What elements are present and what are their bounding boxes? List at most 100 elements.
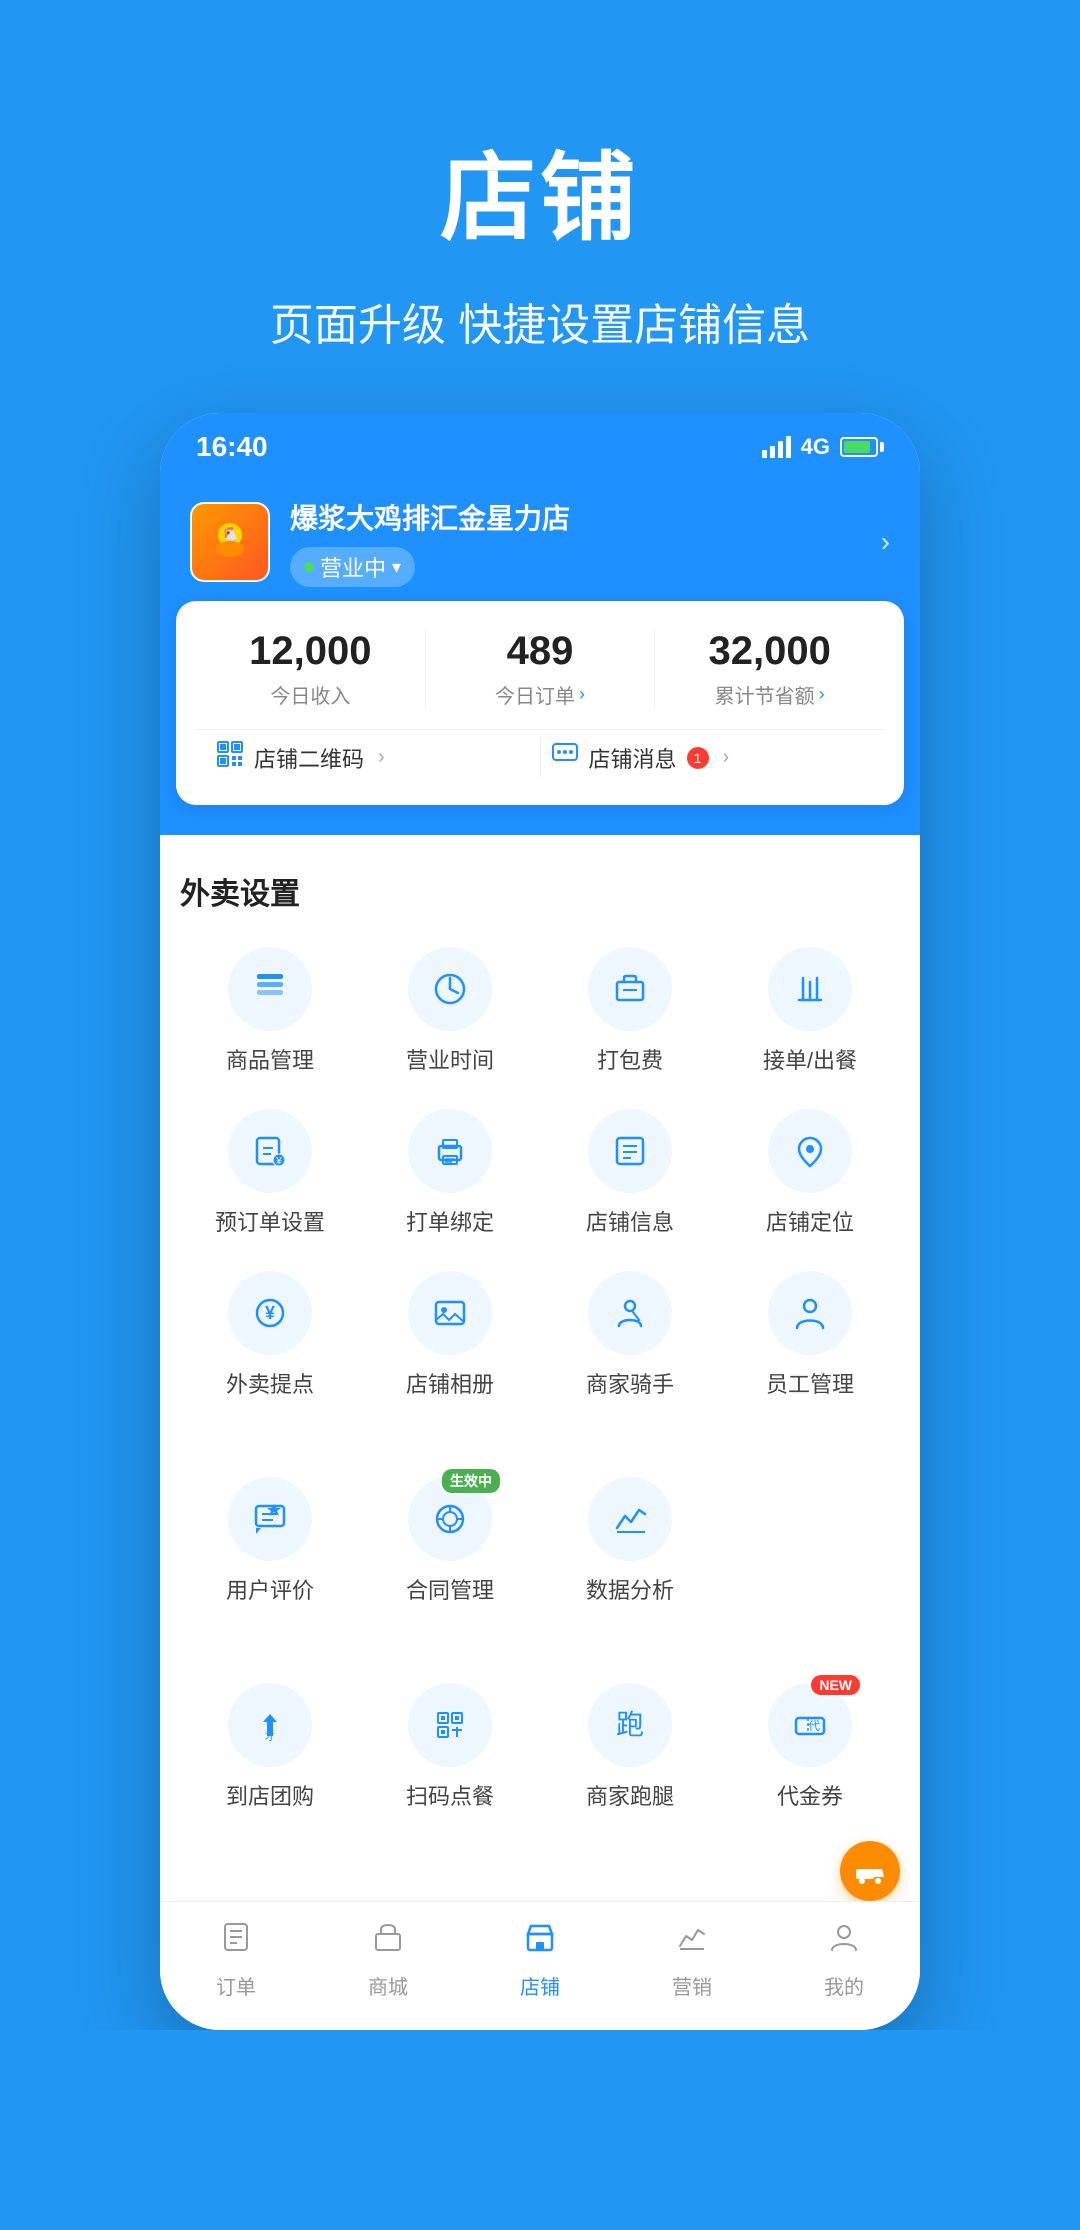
business-hours-item[interactable]: 营业时间 [360, 933, 540, 1095]
review-icon-grid: 用户评价 生效中 合同管理 [180, 1463, 900, 1625]
orders-arrow: › [579, 684, 585, 705]
store-status-label: 营业中 [320, 551, 386, 583]
staff-management-item[interactable]: 员工管理 [720, 1257, 900, 1419]
store-album-label: 店铺相册 [406, 1367, 494, 1399]
contract-management-item[interactable]: 生效中 合同管理 [360, 1463, 540, 1625]
instore-icon-grid: 才 到店团购 [180, 1669, 900, 1831]
menu-management-label: 商品管理 [226, 1043, 314, 1075]
voucher-label: 代金券 [777, 1779, 843, 1811]
packing-fee-item[interactable]: 打包费 [540, 933, 720, 1095]
delivery-tip-item[interactable]: ¥ 外卖提点 [180, 1257, 360, 1419]
store-details: 爆浆大鸡排汇金星力店 营业中 ▾ [290, 497, 861, 587]
scan-order-item[interactable]: 扫码点餐 [360, 1669, 540, 1831]
voucher-item[interactable]: NEW 代 代金券 [720, 1669, 900, 1831]
qr-icon [216, 740, 244, 775]
store-location-icon [768, 1109, 852, 1193]
preorder-settings-label: 预订单设置 [215, 1205, 325, 1237]
store-logo-icon: 🐔 [205, 517, 255, 567]
store-location-item[interactable]: 店铺定位 [720, 1095, 900, 1257]
merchant-delivery-item[interactable]: 跑 商家跑腿 [540, 1669, 720, 1831]
message-icon [551, 740, 579, 775]
order-receipt-label: 接单/出餐 [763, 1043, 857, 1075]
message-badge: 1 [687, 747, 709, 769]
store-nav-icon [523, 1920, 557, 1963]
menu-management-item[interactable]: 商品管理 [180, 933, 360, 1095]
stats-row: 12,000 今日收入 489 今日订单 › 32,000 累计节省额 › [196, 629, 884, 709]
delivery-float-icon [854, 1855, 886, 1887]
store-message-link[interactable]: 店铺消息 1 › [541, 730, 875, 785]
battery-icon [840, 437, 884, 457]
qr-code-link[interactable]: 店铺二维码 › [206, 730, 540, 785]
store-location-label: 店铺定位 [766, 1205, 854, 1237]
group-buy-item[interactable]: 才 到店团购 [180, 1669, 360, 1831]
order-receipt-item[interactable]: 接单/出餐 [720, 933, 900, 1095]
svg-text:代: 代 [808, 1719, 820, 1733]
svg-text:🐔: 🐔 [221, 526, 238, 543]
svg-text:跑: 跑 [616, 1709, 644, 1740]
store-name: 爆浆大鸡排汇金星力店 [290, 497, 861, 537]
menu-management-icon [228, 947, 312, 1031]
takeout-icon-grid: 商品管理 营业时间 [180, 933, 900, 1419]
nav-store-label: 店铺 [520, 1971, 560, 2000]
page-title: 店铺 [40, 120, 1040, 259]
preorder-settings-item[interactable]: ¥ 预订单设置 [180, 1095, 360, 1257]
status-dot [304, 562, 314, 572]
printer-binding-label: 打单绑定 [406, 1205, 494, 1237]
voucher-new-badge: NEW [811, 1675, 860, 1695]
income-value: 12,000 [196, 629, 425, 674]
float-action-button[interactable] [840, 1841, 900, 1901]
printer-binding-item[interactable]: 打单绑定 [360, 1095, 540, 1257]
store-album-item[interactable]: 店铺相册 [360, 1257, 540, 1419]
nav-marketing[interactable]: 营销 [642, 1920, 742, 2000]
nav-orders[interactable]: 订单 [186, 1920, 286, 2000]
profile-nav-icon [827, 1920, 861, 1963]
nav-orders-label: 订单 [216, 1971, 256, 2000]
staff-management-icon [768, 1271, 852, 1355]
data-analysis-item[interactable]: 数据分析 [540, 1463, 720, 1625]
nav-store[interactable]: 店铺 [490, 1920, 590, 2000]
packing-fee-icon [588, 947, 672, 1031]
svg-text:¥: ¥ [265, 1303, 275, 1323]
nav-mall[interactable]: 商城 [338, 1920, 438, 2000]
contract-management-label: 合同管理 [406, 1573, 494, 1605]
merchant-rider-label: 商家骑手 [586, 1367, 674, 1399]
merchant-rider-item[interactable]: 商家骑手 [540, 1257, 720, 1419]
savings-label: 累计节省额 › [655, 680, 884, 709]
stat-today-income[interactable]: 12,000 今日收入 [196, 629, 425, 709]
store-chevron-icon[interactable]: › [881, 526, 890, 558]
store-status-badge[interactable]: 营业中 ▾ [290, 547, 415, 587]
marketing-nav-icon [675, 1920, 709, 1963]
group-buy-label: 到店团购 [226, 1779, 314, 1811]
staff-management-label: 员工管理 [766, 1367, 854, 1399]
chevron-down-icon: ▾ [392, 557, 401, 578]
store-info-item[interactable]: 店铺信息 [540, 1095, 720, 1257]
status-icons: 4G [762, 434, 884, 460]
business-hours-icon [408, 947, 492, 1031]
stats-panel: 12,000 今日收入 489 今日订单 › 32,000 累计节省额 › [176, 601, 904, 805]
nav-profile-label: 我的 [824, 1971, 864, 2000]
merchant-delivery-label: 商家跑腿 [586, 1779, 674, 1811]
scan-order-icon [408, 1683, 492, 1767]
store-info-icon [588, 1109, 672, 1193]
instore-section: 才 到店团购 [160, 1649, 920, 1841]
user-review-icon [228, 1477, 312, 1561]
store-info-label: 店铺信息 [586, 1205, 674, 1237]
nav-profile[interactable]: 我的 [794, 1920, 894, 2000]
qr-label: 店铺二维码 [254, 742, 364, 774]
merchant-rider-icon [588, 1271, 672, 1355]
time-display: 16:40 [196, 431, 268, 463]
printer-binding-icon [408, 1109, 492, 1193]
orders-value: 489 [426, 629, 655, 674]
svg-text:¥: ¥ [275, 1156, 282, 1167]
nav-marketing-label: 营销 [672, 1971, 712, 2000]
scan-order-label: 扫码点餐 [406, 1779, 494, 1811]
store-header: 🐔 爆浆大鸡排汇金星力店 营业中 ▾ › [160, 477, 920, 611]
stat-today-orders[interactable]: 489 今日订单 › [425, 629, 655, 709]
order-nav-icon [219, 1920, 253, 1963]
order-receipt-icon [768, 947, 852, 1031]
network-label: 4G [801, 434, 830, 460]
user-review-item[interactable]: 用户评价 [180, 1463, 360, 1625]
stat-savings[interactable]: 32,000 累计节省额 › [654, 629, 884, 709]
merchant-delivery-icon: 跑 [588, 1683, 672, 1767]
takeout-section: 外卖设置 商品管理 [160, 849, 920, 1429]
